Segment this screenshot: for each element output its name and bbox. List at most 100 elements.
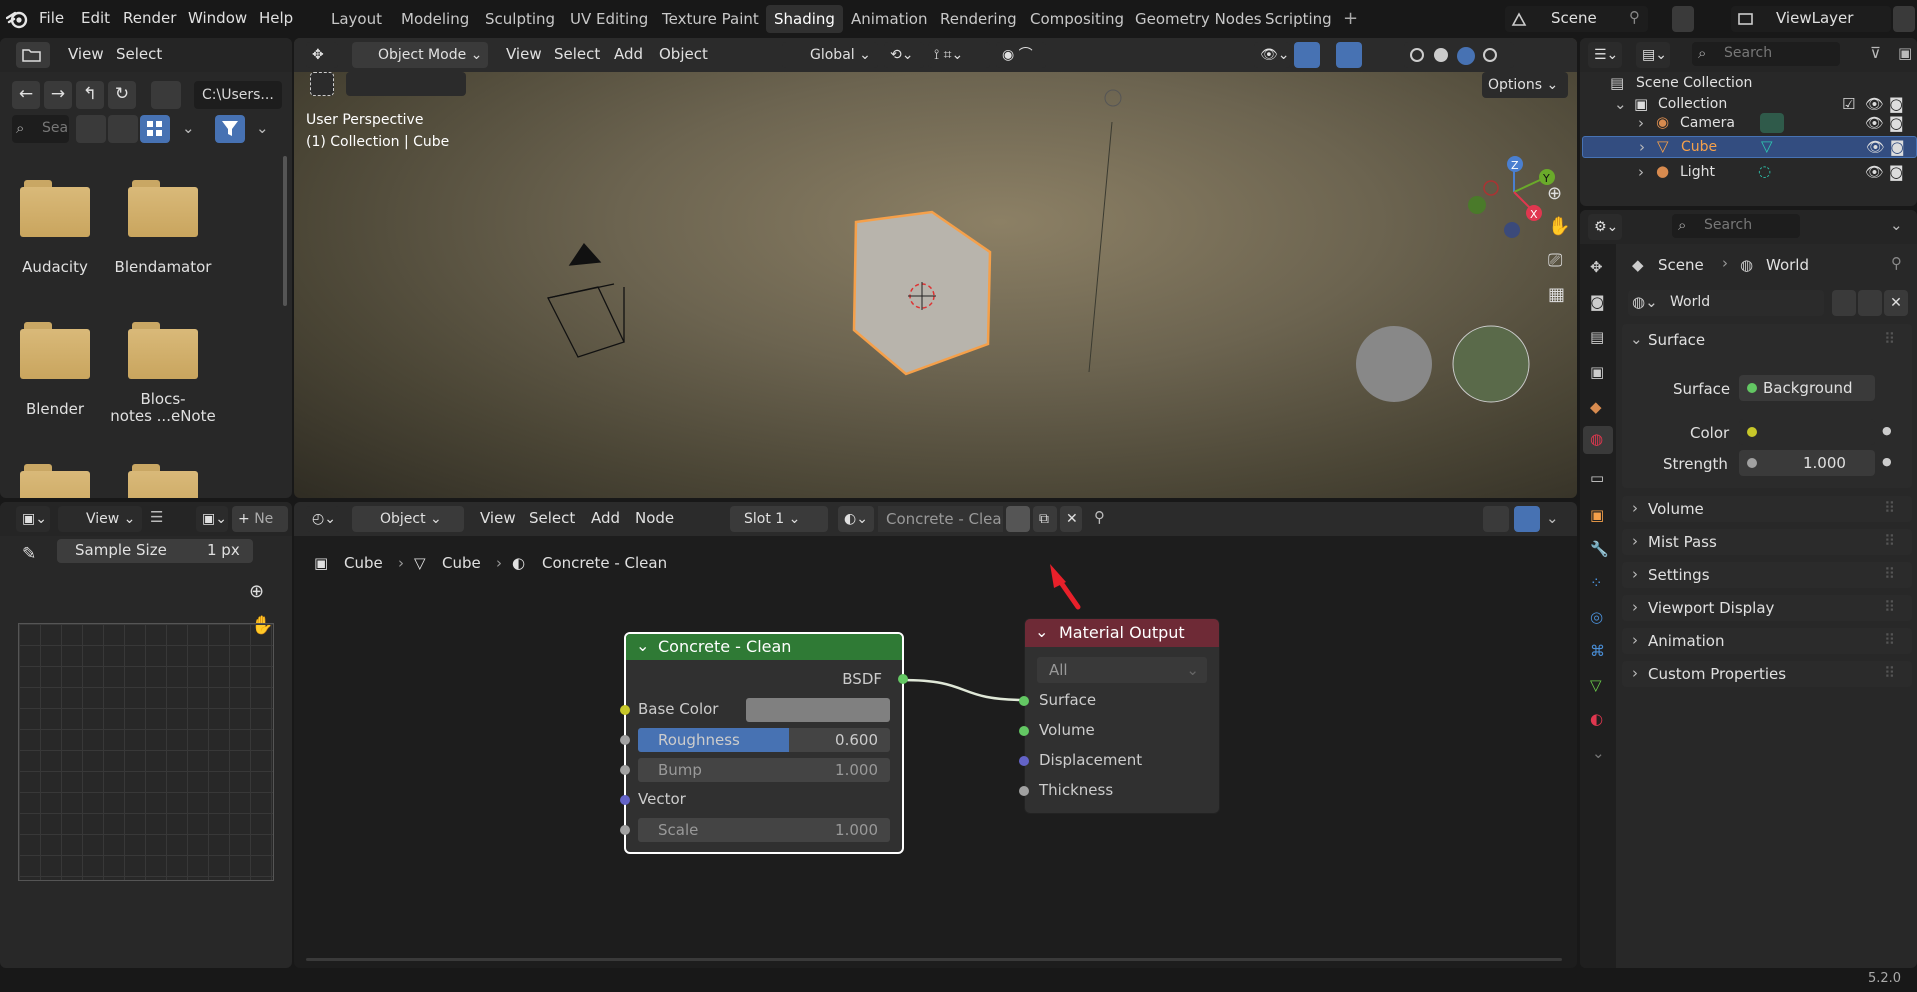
thickness-input-socket[interactable] [1019, 786, 1029, 796]
image-browse-icon[interactable]: ▣⌄ [196, 506, 228, 532]
display-thumbnails-button[interactable] [140, 115, 170, 143]
sort-chevron-icon[interactable]: ⌄ [182, 119, 195, 137]
collapse-chevron-icon[interactable]: ⌄ [1630, 330, 1643, 348]
folder-blocs-notes-icon[interactable] [128, 322, 200, 380]
orthographic-grid-icon[interactable]: ▦ [1548, 284, 1565, 305]
mode-select[interactable]: Object Mode ⌄ [352, 42, 488, 68]
outliner-row-cube[interactable]: › ▽ Cube ▽ 👁 ◙ [1582, 136, 1917, 158]
collapse-chevron-icon[interactable]: ⌄ [1035, 622, 1048, 641]
keyframe-dot-icon[interactable]: ● [1882, 455, 1892, 468]
eye-icon[interactable]: 👁 [1865, 114, 1884, 132]
constraints-tab-icon[interactable]: ⌘ [1590, 642, 1605, 660]
horizontal-scrollbar[interactable] [306, 958, 1562, 961]
view-layer-tab-icon[interactable]: ▣ [1590, 363, 1604, 381]
tab-uv-editing[interactable]: UV Editing [562, 5, 656, 33]
drag-handle-icon[interactable]: ⠿ [1884, 330, 1895, 348]
render-camera-icon[interactable]: ◙ [1889, 114, 1904, 132]
camera-view-icon[interactable]: ⎚ [1548, 250, 1562, 271]
gizmo-toggle-icon[interactable] [1294, 42, 1320, 68]
strength-field[interactable]: 1.000 [1739, 450, 1875, 476]
folder-blendamator-icon[interactable] [128, 180, 200, 238]
viewport-panel[interactable]: ✥ Object Mode ⌄ View Select Add Object G… [294, 38, 1577, 498]
section-custom-properties[interactable]: › Custom Properties ⠿ [1622, 661, 1912, 687]
base-color-socket[interactable] [620, 705, 630, 715]
file-menu-view[interactable]: View [68, 45, 104, 63]
folder-blender-icon[interactable] [20, 322, 92, 380]
path-field[interactable]: C:\Users... [194, 81, 282, 109]
surface-input-socket[interactable] [1019, 696, 1029, 706]
world-browse-icon[interactable]: ◍⌄ [1632, 293, 1658, 311]
output-tab-icon[interactable]: ▤ [1590, 328, 1604, 346]
world-selector[interactable]: ◍⌄ World [1628, 290, 1824, 316]
expand-chevron-icon[interactable]: › [1639, 138, 1645, 156]
eye-icon[interactable]: 👁 [1866, 138, 1885, 156]
menu-hamburger-icon[interactable]: ☰ [150, 508, 163, 526]
pin-icon[interactable]: ⚲ [1629, 8, 1640, 26]
render-target-select[interactable]: All ⌄ [1037, 657, 1207, 683]
scene-tab-icon[interactable]: ◆ [1590, 398, 1602, 416]
surface-shader-field[interactable]: Background [1739, 375, 1875, 401]
more-tabs-chevron-icon[interactable]: ⌄ [1592, 744, 1605, 762]
vp-menu-select[interactable]: Select [554, 45, 600, 63]
render-camera-icon[interactable]: ◙ [1889, 95, 1904, 113]
display-list-vertical-button[interactable] [76, 115, 106, 143]
group-node-concrete[interactable]: ⌄ Concrete - Clean BSDF Base Color Rough… [620, 632, 908, 854]
material-tab-icon[interactable]: ◐ [1590, 710, 1603, 728]
section-volume[interactable]: › Volume ⠿ [1622, 496, 1912, 522]
exclude-checkbox[interactable]: ☑ [1842, 95, 1855, 113]
surface-section-title[interactable]: Surface [1648, 331, 1705, 349]
collection-tab-icon[interactable]: ▭ [1590, 469, 1604, 487]
view-mode-select[interactable]: View ⌄ [58, 506, 142, 532]
forward-button[interactable]: → [44, 81, 72, 109]
scene-collection-label[interactable]: Scene Collection [1636, 75, 1752, 91]
vector-socket[interactable] [620, 795, 630, 805]
visibility-icon[interactable]: 👁⌄ [1254, 42, 1290, 68]
collection-label[interactable]: Collection [1658, 96, 1727, 112]
filter-chevron-icon[interactable]: ⌄ [256, 119, 269, 137]
filter-icon[interactable]: ⊽ [1870, 44, 1881, 62]
vp-menu-object[interactable]: Object [659, 45, 708, 63]
back-button[interactable]: ← [12, 81, 40, 109]
display-mode-button[interactable]: ▤⌄ [1636, 42, 1670, 68]
tab-sculpting[interactable]: Sculpting [477, 5, 563, 33]
editor-type-button[interactable]: ⚙⌄ [1588, 214, 1622, 240]
data-tab-icon[interactable]: ▽ [1590, 676, 1602, 694]
tab-animation[interactable]: Animation [843, 5, 935, 33]
scene-selector[interactable]: Scene ⚲ [1505, 6, 1648, 32]
drag-handle-icon[interactable]: ⠿ [1884, 631, 1895, 649]
add-workspace-icon[interactable]: + [1343, 8, 1358, 29]
view-layer-selector[interactable]: ViewLayer [1731, 6, 1891, 32]
world-tab-active[interactable]: ◍ [1583, 426, 1613, 454]
scale-field[interactable]: Scale 1.000 [638, 818, 890, 842]
filter-button[interactable] [215, 115, 245, 143]
render-camera-icon[interactable]: ◙ [1889, 163, 1904, 181]
pin-icon[interactable]: ⚲ [1891, 254, 1902, 272]
file-menu-select[interactable]: Select [116, 45, 162, 63]
fake-user-shield-icon[interactable] [1832, 290, 1856, 316]
node-editor-panel[interactable]: ◴⌄ Object ⌄ View Select Add Node Slot 1 … [294, 502, 1577, 968]
base-color-swatch[interactable] [746, 698, 890, 722]
folder-partial-icon[interactable] [128, 464, 200, 498]
displacement-input-socket[interactable] [1019, 756, 1029, 766]
drag-handle-icon[interactable]: ⠿ [1884, 598, 1895, 616]
properties-search-input[interactable]: ⌕ Search [1672, 214, 1800, 238]
folder-partial-icon[interactable] [20, 464, 92, 498]
menu-help[interactable]: Help [259, 9, 293, 27]
section-animation[interactable]: › Animation ⠿ [1622, 628, 1912, 654]
bump-socket[interactable] [620, 765, 630, 775]
outliner-row-light[interactable]: › ● Light ◌ 👁 ◙ [1580, 162, 1917, 184]
new-scene-button[interactable] [1672, 6, 1694, 32]
tab-compositing[interactable]: Compositing [1022, 5, 1132, 33]
pivot-icon[interactable]: ⟲⌄ [884, 42, 924, 68]
viewport-scene[interactable]: Z Y X [294, 72, 1577, 498]
tab-geometry-nodes[interactable]: Geometry Nodes [1127, 5, 1270, 33]
expand-chevron-icon[interactable]: › [1638, 163, 1644, 181]
zoom-icon[interactable]: ⊕ [1547, 183, 1562, 204]
chevron-down-icon[interactable]: ⌄ [1890, 216, 1903, 234]
tab-scripting[interactable]: Scripting [1257, 5, 1340, 33]
editor-type-button[interactable]: ☰⌄ [1588, 42, 1622, 68]
menu-file[interactable]: File [39, 9, 64, 27]
vp-menu-view[interactable]: View [506, 45, 542, 63]
folder-audacity-icon[interactable] [20, 180, 92, 238]
group-node-header[interactable]: ⌄ Concrete - Clean [626, 634, 902, 660]
